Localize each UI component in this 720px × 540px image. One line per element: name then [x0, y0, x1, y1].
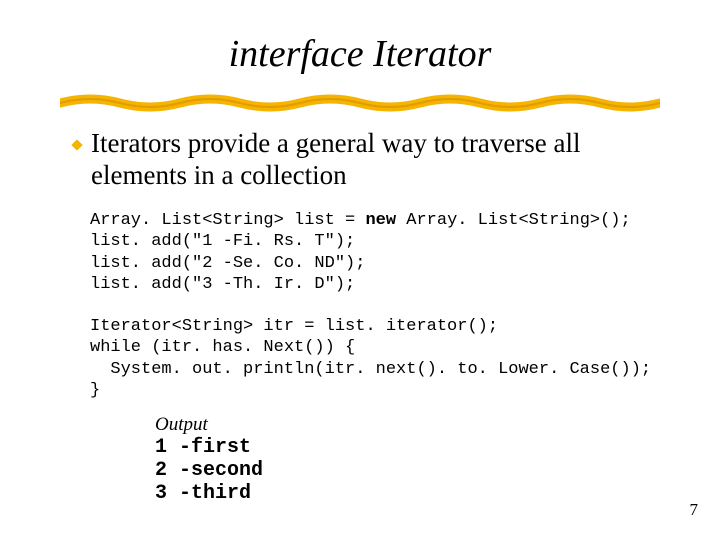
output-text: 1 -first 2 -second 3 -third — [155, 436, 263, 505]
body-text-block: Iterators provide a general way to trave… — [70, 128, 670, 192]
code-line: Array. List<String> list = — [90, 211, 365, 230]
code-line: while (itr. has. Next()) { — [90, 338, 355, 357]
code-block-1: Array. List<String> list = new Array. Li… — [90, 210, 631, 295]
bullet-item: Iterators provide a general way to trave… — [70, 128, 670, 192]
code-line: list. add("2 -Se. Co. ND"); — [90, 254, 365, 273]
slide-title: interface Iterator — [0, 32, 720, 76]
title-underline — [60, 92, 660, 114]
code-line: Array. List<String>(); — [396, 211, 631, 230]
code-line: Iterator<String> itr = list. iterator(); — [90, 317, 498, 336]
code-block-2: Iterator<String> itr = list. iterator();… — [90, 316, 651, 401]
code-line: } — [90, 381, 100, 400]
code-line: list. add("3 -Th. Ir. D"); — [90, 275, 355, 294]
page-number: 7 — [690, 500, 699, 520]
diamond-bullet-icon — [70, 138, 84, 152]
keyword-new: new — [365, 211, 396, 230]
code-line: System. out. println(itr. next(). to. Lo… — [90, 360, 651, 379]
code-line: list. add("1 -Fi. Rs. T"); — [90, 232, 355, 251]
bullet-text: Iterators provide a general way to trave… — [91, 128, 670, 192]
output-label: Output — [155, 414, 208, 436]
slide: interface Iterator Iterators provide a g… — [0, 0, 720, 540]
